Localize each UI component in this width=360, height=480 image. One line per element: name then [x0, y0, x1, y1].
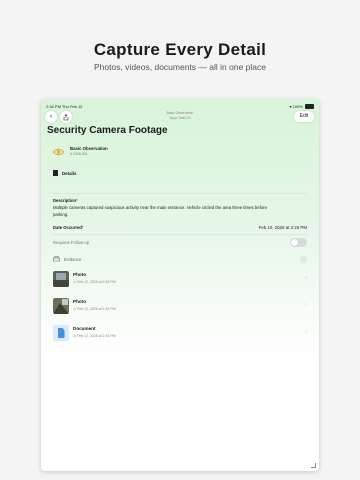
promo-subheadline: Photos, videos, documents — all in one p… [94, 62, 266, 72]
toggle-knob [291, 239, 298, 246]
evidence-type: Photo [73, 299, 87, 304]
status-date: Thu Feb 12 [61, 104, 83, 109]
clock-icon: ◷ [73, 307, 77, 311]
evidence-item[interactable]: Document ◷ Feb 12, 2026 at 2:34 PM › [53, 325, 307, 349]
chevron-right-icon: › [305, 329, 307, 335]
evidence-date: ◷ Feb 12, 2026 at 2:32 PM [73, 280, 116, 284]
battery-percent: 100% [292, 104, 303, 109]
evidence-item[interactable]: Photo ◷ Feb 12, 2026 at 2:32 PM › [53, 298, 307, 322]
description-text: Multiple cameras captured suspicious act… [53, 205, 267, 217]
page-title: Security Camera Footage [47, 125, 168, 136]
battery-icon [305, 104, 314, 110]
clock-icon: ◷ [73, 334, 77, 338]
evidence-type: Photo [73, 272, 87, 277]
follow-up-toggle[interactable] [290, 238, 307, 247]
evidence-date: ◷ Feb 12, 2026 at 2:34 PM [73, 334, 116, 338]
date-occurred-label: Date Occurred* [53, 225, 84, 230]
divider [53, 193, 307, 194]
wifi-icon: ▾ [289, 104, 292, 109]
eye-icon [53, 148, 64, 156]
document-icon [53, 170, 58, 176]
status-time: 2:34 PM [46, 104, 61, 109]
observation-type: Basic Observation [70, 146, 108, 151]
printer-icon [53, 256, 60, 262]
document-icon [58, 328, 65, 338]
follow-up-label: Requires Follow-up [53, 240, 90, 245]
clock-icon: ◷ [73, 280, 77, 284]
add-evidence-icon[interactable] [300, 256, 307, 263]
status-bar: 2:34 PM Thu Feb 12 ▾ 100% [46, 103, 314, 111]
divider [53, 234, 307, 235]
chevron-right-icon: › [305, 302, 307, 308]
edit-button[interactable]: Edit [294, 111, 314, 122]
evidence-label: Evidence [64, 257, 82, 262]
photo-thumbnail [53, 271, 69, 287]
document-thumbnail [53, 325, 69, 341]
details-header: Details [62, 171, 77, 176]
date-occurred-value[interactable]: Feb 10, 2026 at 2:26 PM [259, 225, 307, 230]
evidence-date: ◷ Feb 12, 2026 at 2:32 PM [73, 307, 116, 311]
evidence-item[interactable]: Photo ◷ Feb 12, 2026 at 2:32 PM › [53, 271, 307, 295]
photo-thumbnail [53, 298, 69, 314]
resize-handle-icon[interactable] [311, 463, 316, 468]
observation-id: # 2026-001 [70, 152, 88, 156]
ipad-screen: 2:34 PM Thu Feb 12 ▾ 100% ‹ Basic Observ… [41, 99, 319, 471]
chevron-right-icon: › [305, 275, 307, 281]
evidence-type: Document [73, 326, 96, 331]
description-label: Description* [53, 198, 78, 203]
promo-headline: Capture Every Detail [93, 40, 267, 59]
nav-title: Basic Observation Supp-Total-On [166, 111, 194, 120]
